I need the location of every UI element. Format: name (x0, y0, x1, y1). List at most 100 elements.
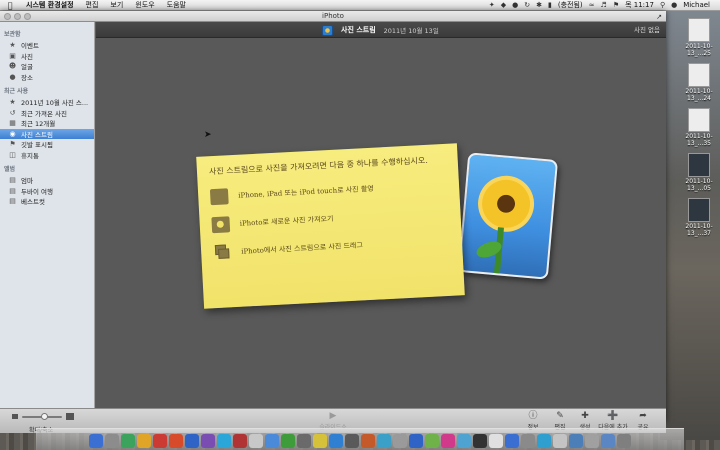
bird-icon[interactable]: ✦ (489, 1, 495, 9)
timemachine-icon[interactable]: ↻ (524, 1, 530, 9)
dock-app-icon[interactable] (457, 434, 471, 448)
dock-app-icon[interactable] (601, 434, 615, 448)
desktop-file-label: 2011-10-13_...24 (685, 88, 713, 102)
small-thumbnail-icon (12, 414, 18, 419)
note-row-drag: iPhoto에서 사진 스트림으로 사진 드래그 (213, 233, 451, 261)
dock-app-icon[interactable] (425, 434, 439, 448)
screenshot-thumbnail (688, 153, 710, 177)
dock-app-icon[interactable] (137, 434, 151, 448)
dock-app-icon[interactable] (105, 434, 119, 448)
dock-app-icon[interactable] (169, 434, 183, 448)
wifi-icon[interactable]: ≈ (589, 1, 595, 9)
camera-icon (211, 216, 231, 234)
album-icon: ▤ (9, 197, 16, 206)
dock-app-icon[interactable] (201, 434, 215, 448)
faces-icon: ☻ (8, 62, 17, 71)
dock-app-icon[interactable] (409, 434, 423, 448)
dock-app-icon[interactable] (281, 434, 295, 448)
dock-app-icon[interactable] (345, 434, 359, 448)
sidebar-item-trash[interactable]: ◫ 휴지통 (0, 150, 94, 161)
dock-app-icon[interactable] (617, 434, 631, 448)
dock-app-icon[interactable] (361, 434, 375, 448)
menu-item[interactable]: 보기 (104, 0, 129, 10)
sidebar-item-photo-stream[interactable]: ◉ 사진 스트림 (0, 128, 94, 139)
window-titlebar[interactable]: iPhoto ↗ (0, 11, 666, 22)
dock-app-icon[interactable] (505, 434, 519, 448)
dock-app-icon[interactable] (473, 434, 487, 448)
menu-item[interactable]: 편집 (80, 0, 105, 10)
sidebar-item-faces[interactable]: ☻ 얼굴 (0, 61, 94, 72)
dock-app-icon[interactable] (153, 434, 167, 448)
iphoto-window: iPhoto ↗ 보관함 ★ 이벤트 ▣ 사진 ☻ 얼굴 ● 장소 최근 사용 ★ 201… (0, 11, 666, 434)
desktop-file-icon[interactable]: 2011-10-13_...25 (684, 18, 714, 57)
dock-app-icon[interactable] (233, 434, 247, 448)
dock-app-icon[interactable] (313, 434, 327, 448)
desktop-file-label: 2011-10-13_...05 (685, 178, 713, 192)
sidebar-item-events[interactable]: ★ 이벤트 (0, 40, 94, 51)
dock-app-icon[interactable] (569, 434, 583, 448)
dock-app-icon[interactable] (553, 434, 567, 448)
apple-menu-icon[interactable]:  (0, 1, 20, 10)
dock-app-icon[interactable] (89, 434, 103, 448)
dock-app-icon[interactable] (265, 434, 279, 448)
dock-app-icon[interactable] (121, 434, 135, 448)
sidebar-item-places[interactable]: ● 장소 (0, 72, 94, 83)
desktop-file-icon[interactable]: 2011-10-13_...24 (684, 63, 714, 102)
info-icon: ⓘ (528, 411, 538, 421)
user-name[interactable]: Michael (683, 1, 710, 9)
dock-app-icon[interactable] (489, 434, 503, 448)
photo-stream-content: ➤ 사진 스트림으로 사진을 가져오려면 다음 중 하나를 수행하십시오. iP… (96, 38, 666, 408)
play-icon: ▶ (329, 411, 337, 421)
iphone-icon (209, 188, 229, 206)
sidebar-item-last-import[interactable]: ↺ 최근 가져온 사진 (0, 108, 94, 119)
note-row-text: iPhone, iPad 또는 iPod touch로 사진 촬영 (238, 184, 374, 200)
sidebar-item-album-bestcut[interactable]: ▤ 베스트컷 (0, 196, 94, 207)
battery-status[interactable]: (충전됨) (558, 0, 583, 10)
dock-app-icon[interactable] (585, 434, 599, 448)
menu-item[interactable]: 도움말 (161, 0, 192, 10)
desktop-file-icon[interactable]: 2011-10-13_...37 (684, 198, 714, 237)
sidebar: 보관함 ★ 이벤트 ▣ 사진 ☻ 얼굴 ● 장소 최근 사용 ★ 2011년 10월 사진… (0, 22, 95, 408)
menu-item[interactable]: 윈도우 (129, 0, 160, 10)
dock-app-icon[interactable] (393, 434, 407, 448)
sidebar-item-last-12-months[interactable]: ▦ 최근 12개월 (0, 118, 94, 129)
window-title: iPhoto (322, 12, 344, 20)
dock-app-icon[interactable] (537, 434, 551, 448)
create-icon: ✚ (581, 411, 589, 421)
sidebar-item-album-mom[interactable]: ▤ 엄마 (0, 175, 94, 186)
sidebar-item-album-dubai[interactable]: ▤ 두바이 여행 (0, 186, 94, 197)
minimize-button[interactable] (14, 13, 21, 20)
sunflower-photo (457, 152, 559, 280)
dropbox-icon[interactable]: ◆ (501, 1, 506, 9)
photos-icon: ▣ (9, 51, 16, 60)
dock-app-icon[interactable] (249, 434, 263, 448)
sidebar-item-event[interactable]: ★ 2011년 10월 사진 스... (0, 97, 94, 108)
clock[interactable]: 목 11:17 (625, 0, 654, 10)
dock-app-icon[interactable] (217, 434, 231, 448)
dock-app-icon[interactable] (185, 434, 199, 448)
dock-app-icon[interactable] (329, 434, 343, 448)
dock-app-icon[interactable] (377, 434, 391, 448)
battery-icon[interactable]: ▮ (548, 1, 552, 9)
close-button[interactable] (4, 13, 11, 20)
dock-app-icon[interactable] (297, 434, 311, 448)
desktop-file-icon[interactable]: 2011-10-13_...05 (684, 153, 714, 192)
zoom-button[interactable] (24, 13, 31, 20)
menu-extras: ✦ ◆ ● ↻ ✱ ▮ (충전됨) ≈ ♬ ⚑ 목 11:17 ⚲ ● Mich… (489, 0, 720, 10)
evernote-icon[interactable]: ● (512, 1, 518, 9)
sticky-note: 사진 스트림으로 사진을 가져오려면 다음 중 하나를 수행하십시오. iPho… (196, 143, 465, 309)
desktop-file-icon[interactable]: 2011-10-13_...35 (684, 108, 714, 147)
sidebar-item-flagged[interactable]: ⚑ 깃발 표시됨 (0, 139, 94, 150)
dock-app-icon[interactable] (441, 434, 455, 448)
edit-icon: ✎ (556, 411, 564, 421)
menu-item[interactable]: 시스템 환경설정 (20, 0, 80, 10)
user-icon[interactable]: ● (671, 1, 677, 9)
dock-app-icon[interactable] (521, 434, 535, 448)
zoom-slider-knob[interactable] (41, 413, 48, 420)
spotlight-icon[interactable]: ⚲ (660, 1, 665, 9)
volume-icon[interactable]: ♬ (601, 1, 607, 9)
sidebar-item-photos[interactable]: ▣ 사진 (0, 51, 94, 62)
flag-us-icon[interactable]: ⚑ (613, 1, 619, 9)
screenshot-thumbnail (688, 108, 710, 132)
bluetooth-icon[interactable]: ✱ (536, 1, 542, 9)
